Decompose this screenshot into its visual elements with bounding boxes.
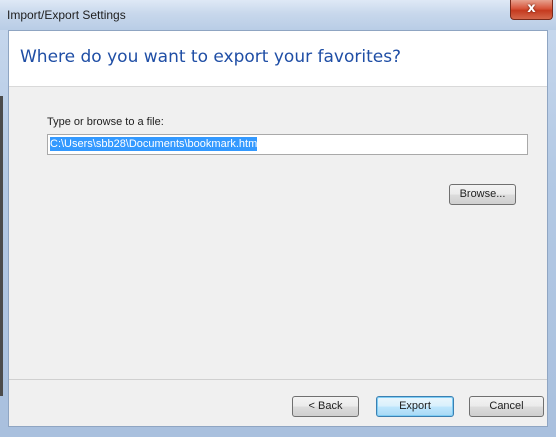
close-button[interactable]: x [510,0,553,20]
window-edge [0,96,3,396]
file-path-value: C:\Users\sbb28\Documents\bookmark.htm [50,137,258,151]
dialog-window: Import/Export Settings x Where do you wa… [0,0,556,437]
title-bar[interactable]: Import/Export Settings x [0,0,556,30]
footer-divider [9,379,547,380]
export-button[interactable]: Export [376,396,454,417]
file-path-label: Type or browse to a file: [47,116,164,128]
dialog-client-area: Where do you want to export your favorit… [8,30,548,427]
window-title: Import/Export Settings [7,8,126,22]
header-band: Where do you want to export your favorit… [9,31,547,87]
close-icon: x [527,1,536,16]
browse-button[interactable]: Browse... [449,184,516,205]
cancel-button[interactable]: Cancel [469,396,544,417]
back-button[interactable]: < Back [292,396,359,417]
page-title: Where do you want to export your favorit… [20,47,402,67]
file-path-input[interactable]: C:\Users\sbb28\Documents\bookmark.htm [47,134,528,155]
